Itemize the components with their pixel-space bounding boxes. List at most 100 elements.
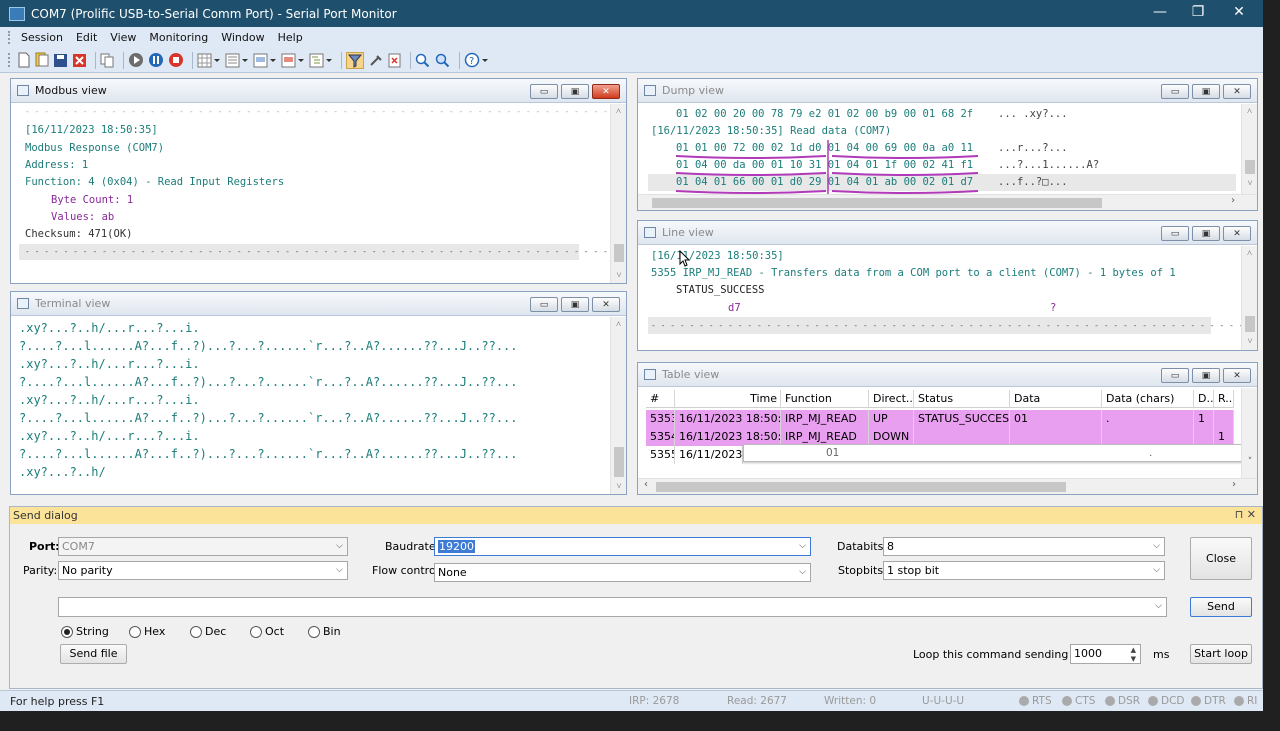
- pane-minimize-button[interactable]: ▭: [530, 297, 558, 312]
- close-session-icon[interactable]: [72, 52, 87, 69]
- spinner-arrows-icon[interactable]: ▲ ▼: [1131, 646, 1136, 664]
- scroll-right-icon[interactable]: ›: [1230, 195, 1236, 206]
- save-icon[interactable]: [53, 52, 68, 69]
- table-row[interactable]: 5355 16/11/2023 1: [646, 446, 743, 464]
- pane-restore-button[interactable]: ▣: [1192, 368, 1220, 383]
- clear-icon[interactable]: [388, 52, 402, 69]
- menu-window[interactable]: Window: [221, 31, 264, 44]
- stopbits-combobox[interactable]: 1 stop bit ⌵: [883, 561, 1165, 580]
- terminal-scrollbar[interactable]: ˄ ˅: [610, 317, 626, 494]
- pane-close-button[interactable]: ✕: [592, 84, 620, 99]
- open-icon[interactable]: [35, 52, 49, 69]
- pane-close-button[interactable]: ✕: [1223, 226, 1251, 241]
- new-session-icon[interactable]: [17, 52, 31, 69]
- loop-interval-spinner[interactable]: 1000 ▲ ▼: [1070, 644, 1141, 664]
- maximize-icon[interactable]: ❐: [1183, 4, 1213, 20]
- list-icon[interactable]: [225, 52, 249, 69]
- scroll-left-icon[interactable]: ‹: [644, 479, 648, 490]
- scroll-thumb[interactable]: [614, 244, 624, 262]
- mode-oct-radio[interactable]: Oct: [250, 625, 284, 638]
- modbus-scrollbar[interactable]: ˄ ˅: [610, 104, 626, 283]
- pane-restore-button[interactable]: ▣: [1192, 226, 1220, 241]
- baudrate-combobox[interactable]: 19200 ⌵: [434, 537, 811, 556]
- flow-control-combobox[interactable]: None ⌵: [434, 563, 811, 582]
- pane-restore-button[interactable]: ▣: [561, 297, 589, 312]
- filter-view-icon[interactable]: [281, 52, 305, 69]
- scroll-thumb[interactable]: [1245, 316, 1255, 332]
- close-icon[interactable]: ✕: [1224, 4, 1254, 20]
- minimize-icon[interactable]: —: [1145, 4, 1175, 20]
- send-button[interactable]: Send: [1190, 597, 1252, 617]
- pane-restore-button[interactable]: ▣: [561, 84, 589, 99]
- col-header-number[interactable]: #: [646, 390, 675, 408]
- pane-minimize-button[interactable]: ▭: [1161, 368, 1189, 383]
- table-view-body[interactable]: # Time Function Direct... Status Data Da…: [638, 388, 1257, 494]
- filter-icon[interactable]: [346, 51, 364, 69]
- mode-bin-radio[interactable]: Bin: [308, 625, 341, 638]
- col-header-d[interactable]: D..: [1194, 390, 1214, 408]
- scroll-thumb[interactable]: [614, 447, 624, 477]
- pane-minimize-button[interactable]: ▭: [1161, 226, 1189, 241]
- scroll-up-icon[interactable]: ˄: [1242, 246, 1257, 262]
- scroll-down-icon[interactable]: ˅: [1242, 454, 1257, 470]
- scroll-thumb[interactable]: [1245, 160, 1255, 174]
- dump-scrollbar[interactable]: ˄ ˅: [1241, 104, 1257, 194]
- search-icon[interactable]: [415, 52, 431, 69]
- hscroll-thumb[interactable]: [652, 198, 1102, 208]
- tools-icon[interactable]: [368, 52, 384, 69]
- scroll-down-icon[interactable]: ˅: [611, 268, 626, 283]
- help-icon[interactable]: ?: [464, 52, 490, 69]
- close-button[interactable]: Close: [1190, 537, 1252, 580]
- tree-icon[interactable]: [309, 52, 333, 69]
- col-header-time[interactable]: Time: [675, 390, 781, 408]
- pane-close-button[interactable]: ✕: [1223, 368, 1251, 383]
- pane-restore-button[interactable]: ▣: [1192, 84, 1220, 99]
- line-view-body[interactable]: [16/11/2023 18:50:35] 5355 IRP_MJ_READ -…: [638, 246, 1257, 350]
- dock-pin-close-icon[interactable]: ⊓ ✕: [1235, 508, 1256, 521]
- dump-hscrollbar[interactable]: ›: [638, 194, 1257, 210]
- menu-help[interactable]: Help: [278, 31, 303, 44]
- mode-hex-radio[interactable]: Hex: [129, 625, 165, 638]
- table-scrollbar[interactable]: ˅: [1241, 388, 1257, 478]
- col-header-data[interactable]: Data: [1010, 390, 1102, 408]
- scroll-up-icon[interactable]: ˄: [611, 317, 626, 333]
- pane-close-button[interactable]: ✕: [1223, 84, 1251, 99]
- col-header-status[interactable]: Status: [914, 390, 1010, 408]
- find-next-icon[interactable]: [435, 52, 451, 69]
- dump-view-body[interactable]: 01 02 00 20 00 78 79 e2 01 02 00 b9 00 0…: [638, 104, 1257, 210]
- send-data-input[interactable]: ⌵: [58, 597, 1167, 617]
- mode-string-radio[interactable]: String: [61, 625, 109, 638]
- menu-view[interactable]: View: [110, 31, 136, 44]
- grid-icon[interactable]: [197, 52, 221, 69]
- scroll-up-icon[interactable]: ˄: [1242, 104, 1257, 120]
- start-loop-button[interactable]: Start loop: [1190, 644, 1252, 664]
- scroll-right-icon[interactable]: ›: [1232, 479, 1236, 490]
- menu-monitoring[interactable]: Monitoring: [149, 31, 208, 44]
- pane-minimize-button[interactable]: ▭: [530, 84, 558, 99]
- scroll-down-icon[interactable]: ˅: [611, 479, 626, 494]
- col-header-data-chars[interactable]: Data (chars): [1102, 390, 1194, 408]
- col-header-r[interactable]: R...: [1214, 390, 1234, 408]
- scroll-up-icon[interactable]: ˄: [611, 104, 626, 120]
- view-icon[interactable]: [253, 52, 277, 69]
- start-icon[interactable]: [128, 52, 144, 69]
- send-file-button[interactable]: Send file: [60, 644, 127, 664]
- menu-edit[interactable]: Edit: [76, 31, 97, 44]
- hscroll-thumb[interactable]: [656, 482, 1066, 492]
- table-hscrollbar[interactable]: ‹ ›: [638, 478, 1257, 494]
- copy-icon[interactable]: [100, 52, 115, 69]
- pane-minimize-button[interactable]: ▭: [1161, 84, 1189, 99]
- col-header-function[interactable]: Function: [781, 390, 869, 408]
- line-scrollbar[interactable]: ˄ ˅: [1241, 246, 1257, 350]
- scroll-down-icon[interactable]: ˅: [1242, 176, 1257, 192]
- table-row[interactable]: 5353 16/11/2023 18:50:35 IRP_MJ_READ UP …: [646, 410, 1234, 428]
- modbus-view-body[interactable]: - - - - - - - - - - - - - - - - - - - - …: [11, 104, 626, 283]
- scroll-down-icon[interactable]: ˅: [1242, 334, 1257, 350]
- terminal-view-body[interactable]: .xy?...?..h/...r...?...i. ?....?...l....…: [11, 317, 626, 494]
- databits-combobox[interactable]: 8 ⌵: [883, 537, 1165, 556]
- mode-dec-radio[interactable]: Dec: [190, 625, 226, 638]
- parity-combobox[interactable]: No parity ⌵: [58, 561, 348, 580]
- pause-icon[interactable]: [148, 52, 164, 69]
- menu-session[interactable]: Session: [21, 31, 63, 44]
- stop-icon[interactable]: [168, 52, 184, 69]
